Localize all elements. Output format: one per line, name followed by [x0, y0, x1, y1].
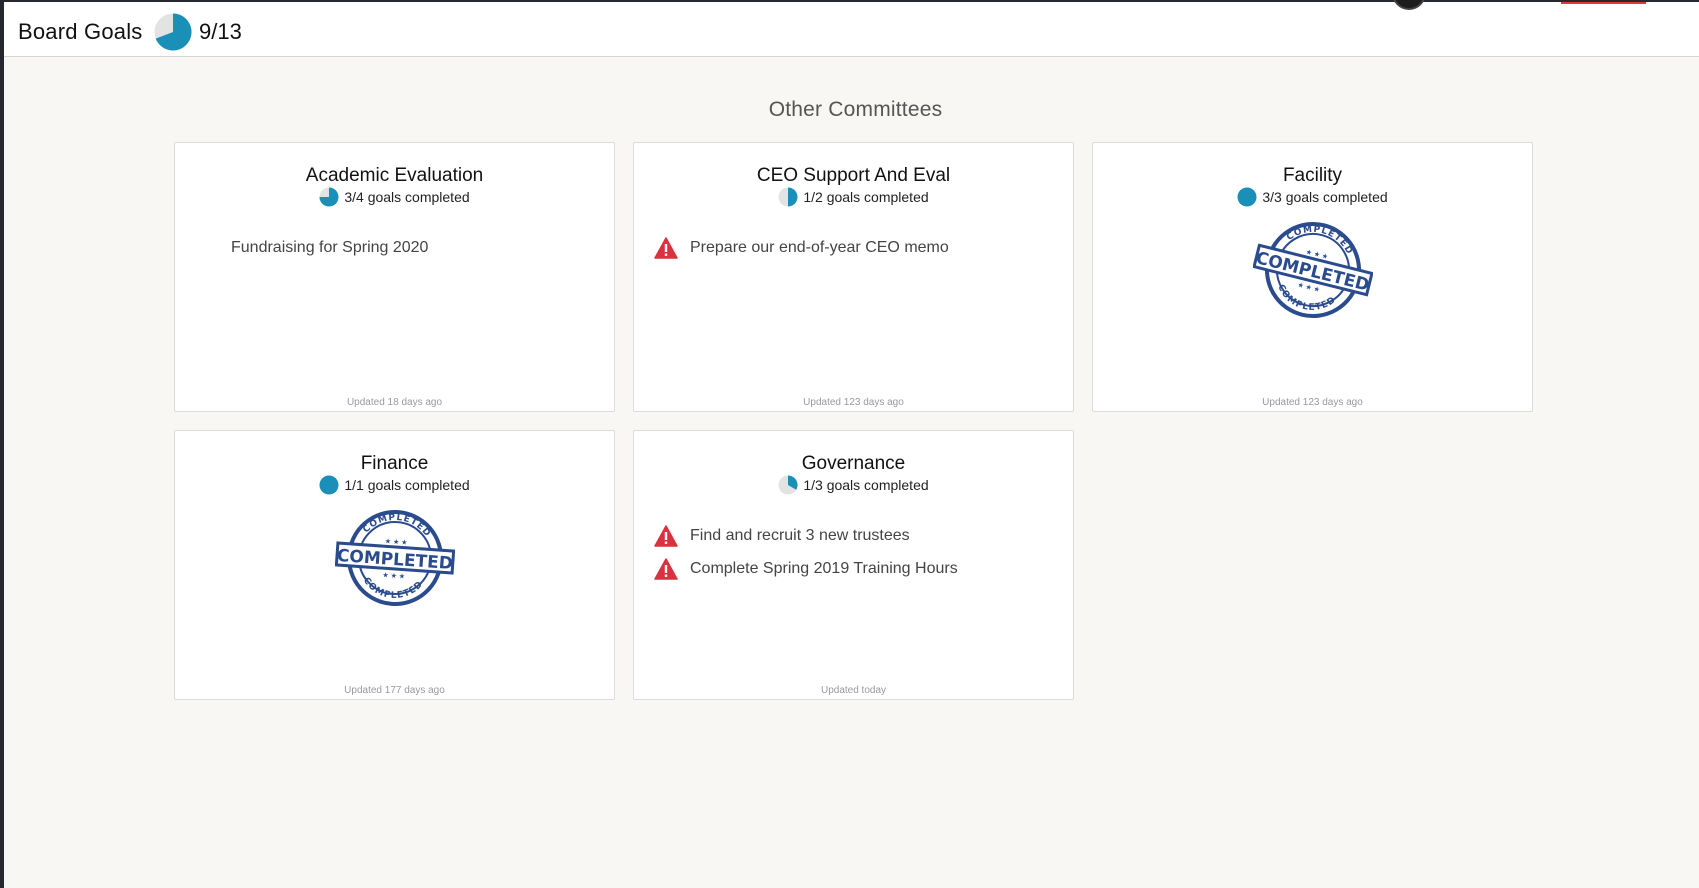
- svg-text:COMPLETED: COMPLETED: [361, 511, 434, 540]
- total-progress-count: 9/13: [199, 19, 242, 44]
- progress-text: 1/1 goals completed: [344, 477, 470, 493]
- committee-card-facility[interactable]: Facility 3/3 goals completed COMPLETED C…: [1092, 142, 1533, 412]
- progress-pie-icon: [319, 475, 339, 495]
- updated-timestamp: Updated today: [820, 685, 887, 696]
- svg-text:★ ★ ★: ★ ★ ★: [382, 571, 405, 581]
- goal-item[interactable]: Prepare our end-of-year CEO memo: [654, 231, 1053, 264]
- committee-name: Academic Evaluation: [305, 165, 484, 186]
- warning-dot: [664, 253, 668, 256]
- committee-name: Facility: [1282, 165, 1343, 186]
- top-bar: Board Goals 9/13: [4, 0, 1699, 57]
- warning-triangle-icon: [654, 557, 678, 580]
- section-title: Other Committees: [768, 98, 943, 121]
- goal-text: Fundraising for Spring 2020: [231, 238, 429, 256]
- goal-text: Complete Spring 2019 Training Hours: [690, 559, 958, 577]
- committee-card-governance[interactable]: Governance 1/3 goals completed Find and …: [633, 430, 1074, 700]
- pie-fill: [788, 187, 798, 207]
- committee-card-finance[interactable]: Finance 1/1 goals completed COMPLETED CO…: [174, 430, 615, 700]
- committee-card-ceo-support-and-eval[interactable]: CEO Support And Eval 1/2 goals completed…: [633, 142, 1074, 412]
- progress-text: 3/4 goals completed: [344, 189, 470, 205]
- progress-text: 3/3 goals completed: [1262, 189, 1388, 205]
- committee-name: CEO Support And Eval: [756, 165, 951, 186]
- goal-list: Fundraising for Spring 2020: [195, 231, 594, 264]
- updated-timestamp: Updated 18 days ago: [346, 397, 443, 408]
- committee-progress: 3/3 goals completed: [1093, 186, 1532, 208]
- goal-item[interactable]: Complete Spring 2019 Training Hours: [654, 552, 1053, 585]
- warning-triangle-icon: [654, 524, 678, 547]
- completed-stamp-icon: COMPLETED COMPLETED ★ ★ ★ ★ ★ ★ COMPLETE…: [1253, 220, 1373, 320]
- committee-name: Finance: [360, 453, 429, 474]
- progress-text: 1/2 goals completed: [803, 189, 929, 205]
- goal-list: Find and recruit 3 new trustees Complete…: [654, 519, 1053, 585]
- progress-pie-icon: [1237, 187, 1257, 207]
- progress-pie-icon: [778, 187, 798, 207]
- progress-pie-icon: [319, 187, 339, 207]
- committee-progress: 3/4 goals completed: [175, 186, 614, 208]
- committee-progress: 1/2 goals completed: [634, 186, 1073, 208]
- warning-triangle-icon: [654, 236, 678, 259]
- goal-text: Prepare our end-of-year CEO memo: [690, 238, 949, 256]
- pie-fill: [1237, 187, 1257, 207]
- total-progress-pie-icon: [154, 13, 192, 51]
- notification-indicator[interactable]: [1561, 2, 1646, 4]
- warning-dot: [664, 541, 668, 544]
- committee-card-academic-evaluation[interactable]: Academic Evaluation 3/4 goals completed …: [174, 142, 615, 412]
- warning-mark: [664, 531, 668, 540]
- updated-timestamp: Updated 123 days ago: [1262, 397, 1363, 408]
- pie-fill: [319, 475, 339, 495]
- avatar[interactable]: [1392, 0, 1426, 10]
- completed-stamp-icon: COMPLETED COMPLETED ★ ★ ★ ★ ★ ★ COMPLETE…: [335, 510, 455, 606]
- committee-progress: 1/1 goals completed: [175, 474, 614, 496]
- progress-pie-icon: [778, 475, 798, 495]
- goal-item[interactable]: Fundraising for Spring 2020: [195, 231, 594, 264]
- page-title: Board Goals: [18, 19, 143, 44]
- updated-timestamp: Updated 123 days ago: [803, 397, 904, 408]
- goal-list: Prepare our end-of-year CEO memo: [654, 231, 1053, 264]
- warning-mark: [664, 564, 668, 573]
- committee-progress: 1/3 goals completed: [634, 474, 1073, 496]
- warning-dot: [664, 574, 668, 577]
- warning-mark: [664, 243, 668, 252]
- goal-item[interactable]: Find and recruit 3 new trustees: [654, 519, 1053, 552]
- progress-text: 1/3 goals completed: [803, 477, 929, 493]
- goal-text: Find and recruit 3 new trustees: [690, 526, 910, 544]
- updated-timestamp: Updated 177 days ago: [344, 685, 445, 696]
- committee-name: Governance: [801, 453, 906, 474]
- app-window: Board Goals 9/13 Other Committees Academ…: [4, 0, 1699, 888]
